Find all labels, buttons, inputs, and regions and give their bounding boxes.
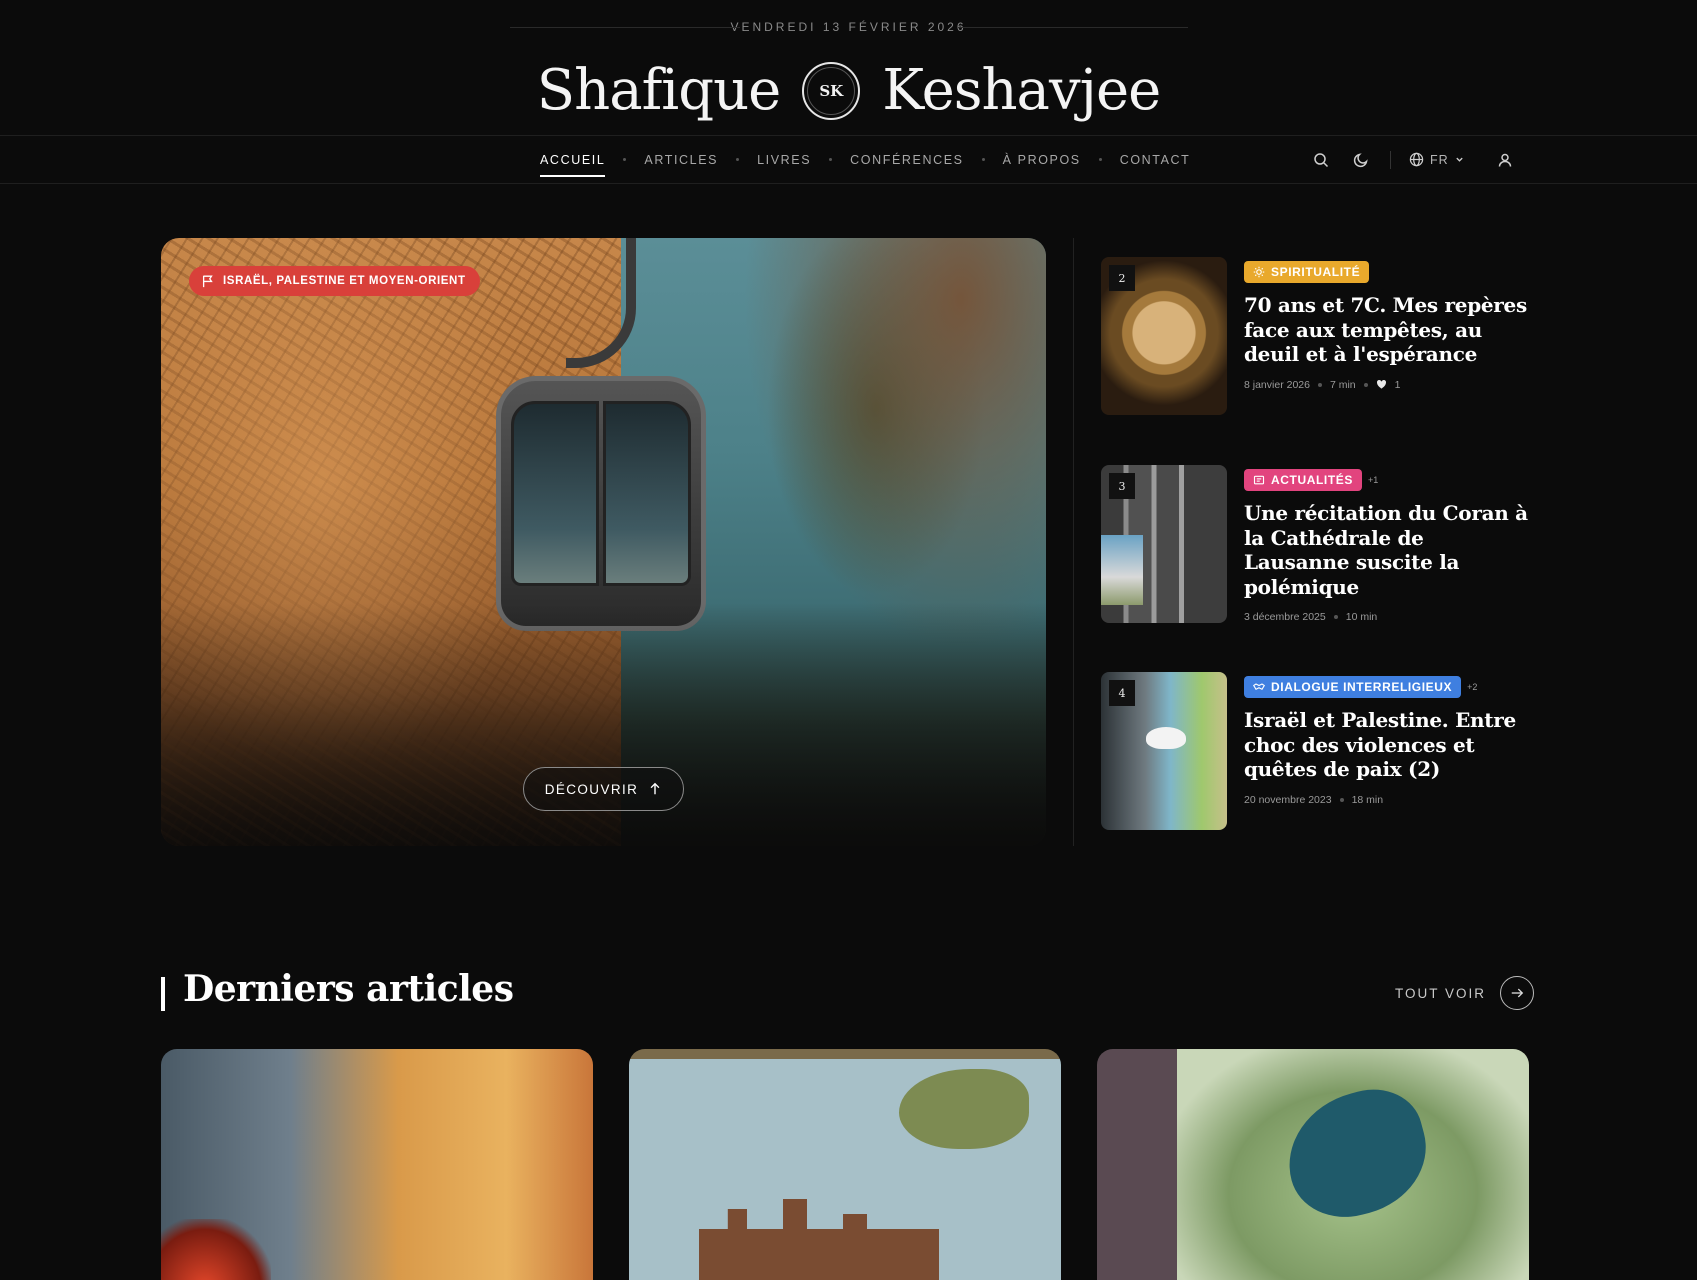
article-thumbnail-dove: 4	[1101, 672, 1227, 830]
side-article[interactable]: 2 SPIRITUALITÉ 70 ans et 7C. Mes repères…	[1101, 257, 1531, 415]
nav-links: ACCUEIL ARTICLES LIVRES CONFÉRENCES À PR…	[540, 136, 1190, 183]
article-rank: 4	[1109, 680, 1135, 706]
side-article-body: ACTUALITÉS +1 Une récitation du Coran à …	[1244, 469, 1531, 623]
category-row: DIALOGUE INTERRELIGIEUX +2	[1244, 676, 1531, 698]
nav-item-accueil[interactable]: ACCUEIL	[540, 136, 606, 183]
category-label: DIALOGUE INTERRELIGIEUX	[1271, 680, 1453, 694]
article-title[interactable]: 70 ans et 7C. Mes repères face aux tempê…	[1244, 293, 1531, 367]
section-accent-bar	[161, 977, 165, 1011]
sun-icon	[1253, 266, 1265, 278]
main-navbar: ACCUEIL ARTICLES LIVRES CONFÉRENCES À PR…	[0, 135, 1697, 184]
language-selector[interactable]: FR	[1409, 152, 1464, 167]
side-article[interactable]: 4 DIALOGUE INTERRELIGIEUX +2 Israël et P…	[1101, 672, 1531, 830]
category-label: SPIRITUALITÉ	[1271, 265, 1361, 279]
handshake-icon	[1253, 683, 1265, 690]
like-count: 1	[1394, 378, 1401, 391]
divider	[510, 27, 740, 28]
category-row: ACTUALITÉS +1	[1244, 469, 1531, 491]
current-date: VENDREDI 13 FÉVRIER 2026	[730, 20, 967, 34]
meta-separator	[1317, 382, 1322, 387]
hero-category-label: ISRAËL, PALESTINE ET MOYEN-ORIENT	[223, 275, 466, 287]
column-divider	[1073, 238, 1074, 846]
article-meta: 8 janvier 2026 7 min 1	[1244, 379, 1531, 391]
article-rank: 2	[1109, 265, 1135, 291]
article-card-image[interactable]	[1097, 1049, 1529, 1280]
arrow-right-icon	[1500, 976, 1535, 1010]
nav-tools: FR	[1310, 136, 1516, 183]
flag-icon	[202, 275, 213, 288]
category-label: ACTUALITÉS	[1271, 473, 1353, 487]
nav-item-a-propos[interactable]: À PROPOS	[1003, 136, 1081, 183]
nav-separator	[623, 158, 627, 161]
hero-featured-article[interactable]: ISRAËL, PALESTINE ET MOYEN-ORIENT DÉCOUV…	[161, 238, 1046, 846]
hero-category-badge[interactable]: ISRAËL, PALESTINE ET MOYEN-ORIENT	[189, 266, 480, 296]
nav-item-conferences[interactable]: CONFÉRENCES	[850, 136, 963, 183]
side-article-body: DIALOGUE INTERRELIGIEUX +2 Israël et Pal…	[1244, 676, 1531, 806]
nav-separator	[981, 158, 985, 161]
heart-icon	[1376, 379, 1386, 389]
category-badge[interactable]: ACTUALITÉS	[1244, 469, 1362, 491]
site-brand[interactable]: Shafique SK Keshavjee	[0, 58, 1697, 123]
hero-gradient	[161, 238, 1046, 846]
article-date: 20 novembre 2023	[1244, 793, 1332, 806]
search-icon[interactable]	[1310, 149, 1332, 171]
nav-separator	[736, 158, 740, 161]
nav-item-articles[interactable]: ARTICLES	[644, 136, 718, 183]
discover-button[interactable]: DÉCOUVRIR	[523, 767, 684, 811]
article-date: 8 janvier 2026	[1244, 378, 1310, 391]
date-header: VENDREDI 13 FÉVRIER 2026	[0, 18, 1697, 36]
article-card-image[interactable]	[629, 1049, 1061, 1280]
user-icon[interactable]	[1494, 149, 1516, 171]
globe-icon	[1409, 152, 1424, 167]
article-title[interactable]: Une récitation du Coran à la Cathédrale …	[1244, 501, 1531, 599]
meta-separator	[1333, 615, 1338, 619]
article-meta: 20 novembre 2023 18 min	[1244, 794, 1531, 806]
article-rank: 3	[1109, 473, 1135, 499]
discover-label: DÉCOUVRIR	[544, 781, 639, 797]
category-badge[interactable]: DIALOGUE INTERRELIGIEUX	[1244, 676, 1462, 698]
category-row: SPIRITUALITÉ	[1244, 261, 1531, 283]
nav-separator	[1098, 158, 1102, 161]
read-time: 7 min	[1329, 378, 1356, 391]
nav-item-livres[interactable]: LIVRES	[757, 136, 811, 183]
arrow-up-icon	[650, 782, 660, 795]
brand-first-name: Shafique	[536, 58, 782, 123]
section-title: Derniers articles	[183, 968, 514, 1010]
see-all-link[interactable]: TOUT VOIR	[1395, 976, 1535, 1010]
moon-icon[interactable]	[1350, 149, 1372, 171]
nav-separator	[829, 158, 833, 161]
side-article[interactable]: 3 ACTUALITÉS +1 Une récitation du Coran …	[1101, 465, 1531, 623]
side-article-body: SPIRITUALITÉ 70 ans et 7C. Mes repères f…	[1244, 261, 1531, 391]
meta-separator	[1363, 382, 1368, 387]
article-thumbnail-cathedral: 3	[1101, 465, 1227, 623]
article-card-image[interactable]	[161, 1049, 593, 1280]
extra-categories-count: +1	[1368, 475, 1379, 485]
read-time: 18 min	[1351, 793, 1384, 806]
language-code: FR	[1430, 152, 1449, 167]
read-time: 10 min	[1345, 611, 1378, 623]
category-badge[interactable]: SPIRITUALITÉ	[1244, 261, 1370, 283]
divider	[958, 27, 1188, 28]
brand-logo: SK	[802, 61, 861, 120]
article-meta: 3 décembre 2025 10 min	[1244, 611, 1531, 623]
article-title[interactable]: Israël et Palestine. Entre choc des viol…	[1244, 708, 1531, 782]
article-date: 3 décembre 2025	[1244, 611, 1326, 623]
tools-divider	[1390, 150, 1391, 169]
nav-item-contact[interactable]: CONTACT	[1120, 136, 1191, 183]
meta-separator	[1339, 797, 1344, 802]
see-all-label: TOUT VOIR	[1395, 985, 1487, 1001]
newspaper-icon	[1253, 475, 1265, 485]
brand-last-name: Keshavjee	[882, 58, 1161, 123]
extra-categories-count: +2	[1467, 682, 1478, 692]
article-thumbnail-compass: 2	[1101, 257, 1227, 415]
chevron-down-icon	[1455, 157, 1463, 162]
